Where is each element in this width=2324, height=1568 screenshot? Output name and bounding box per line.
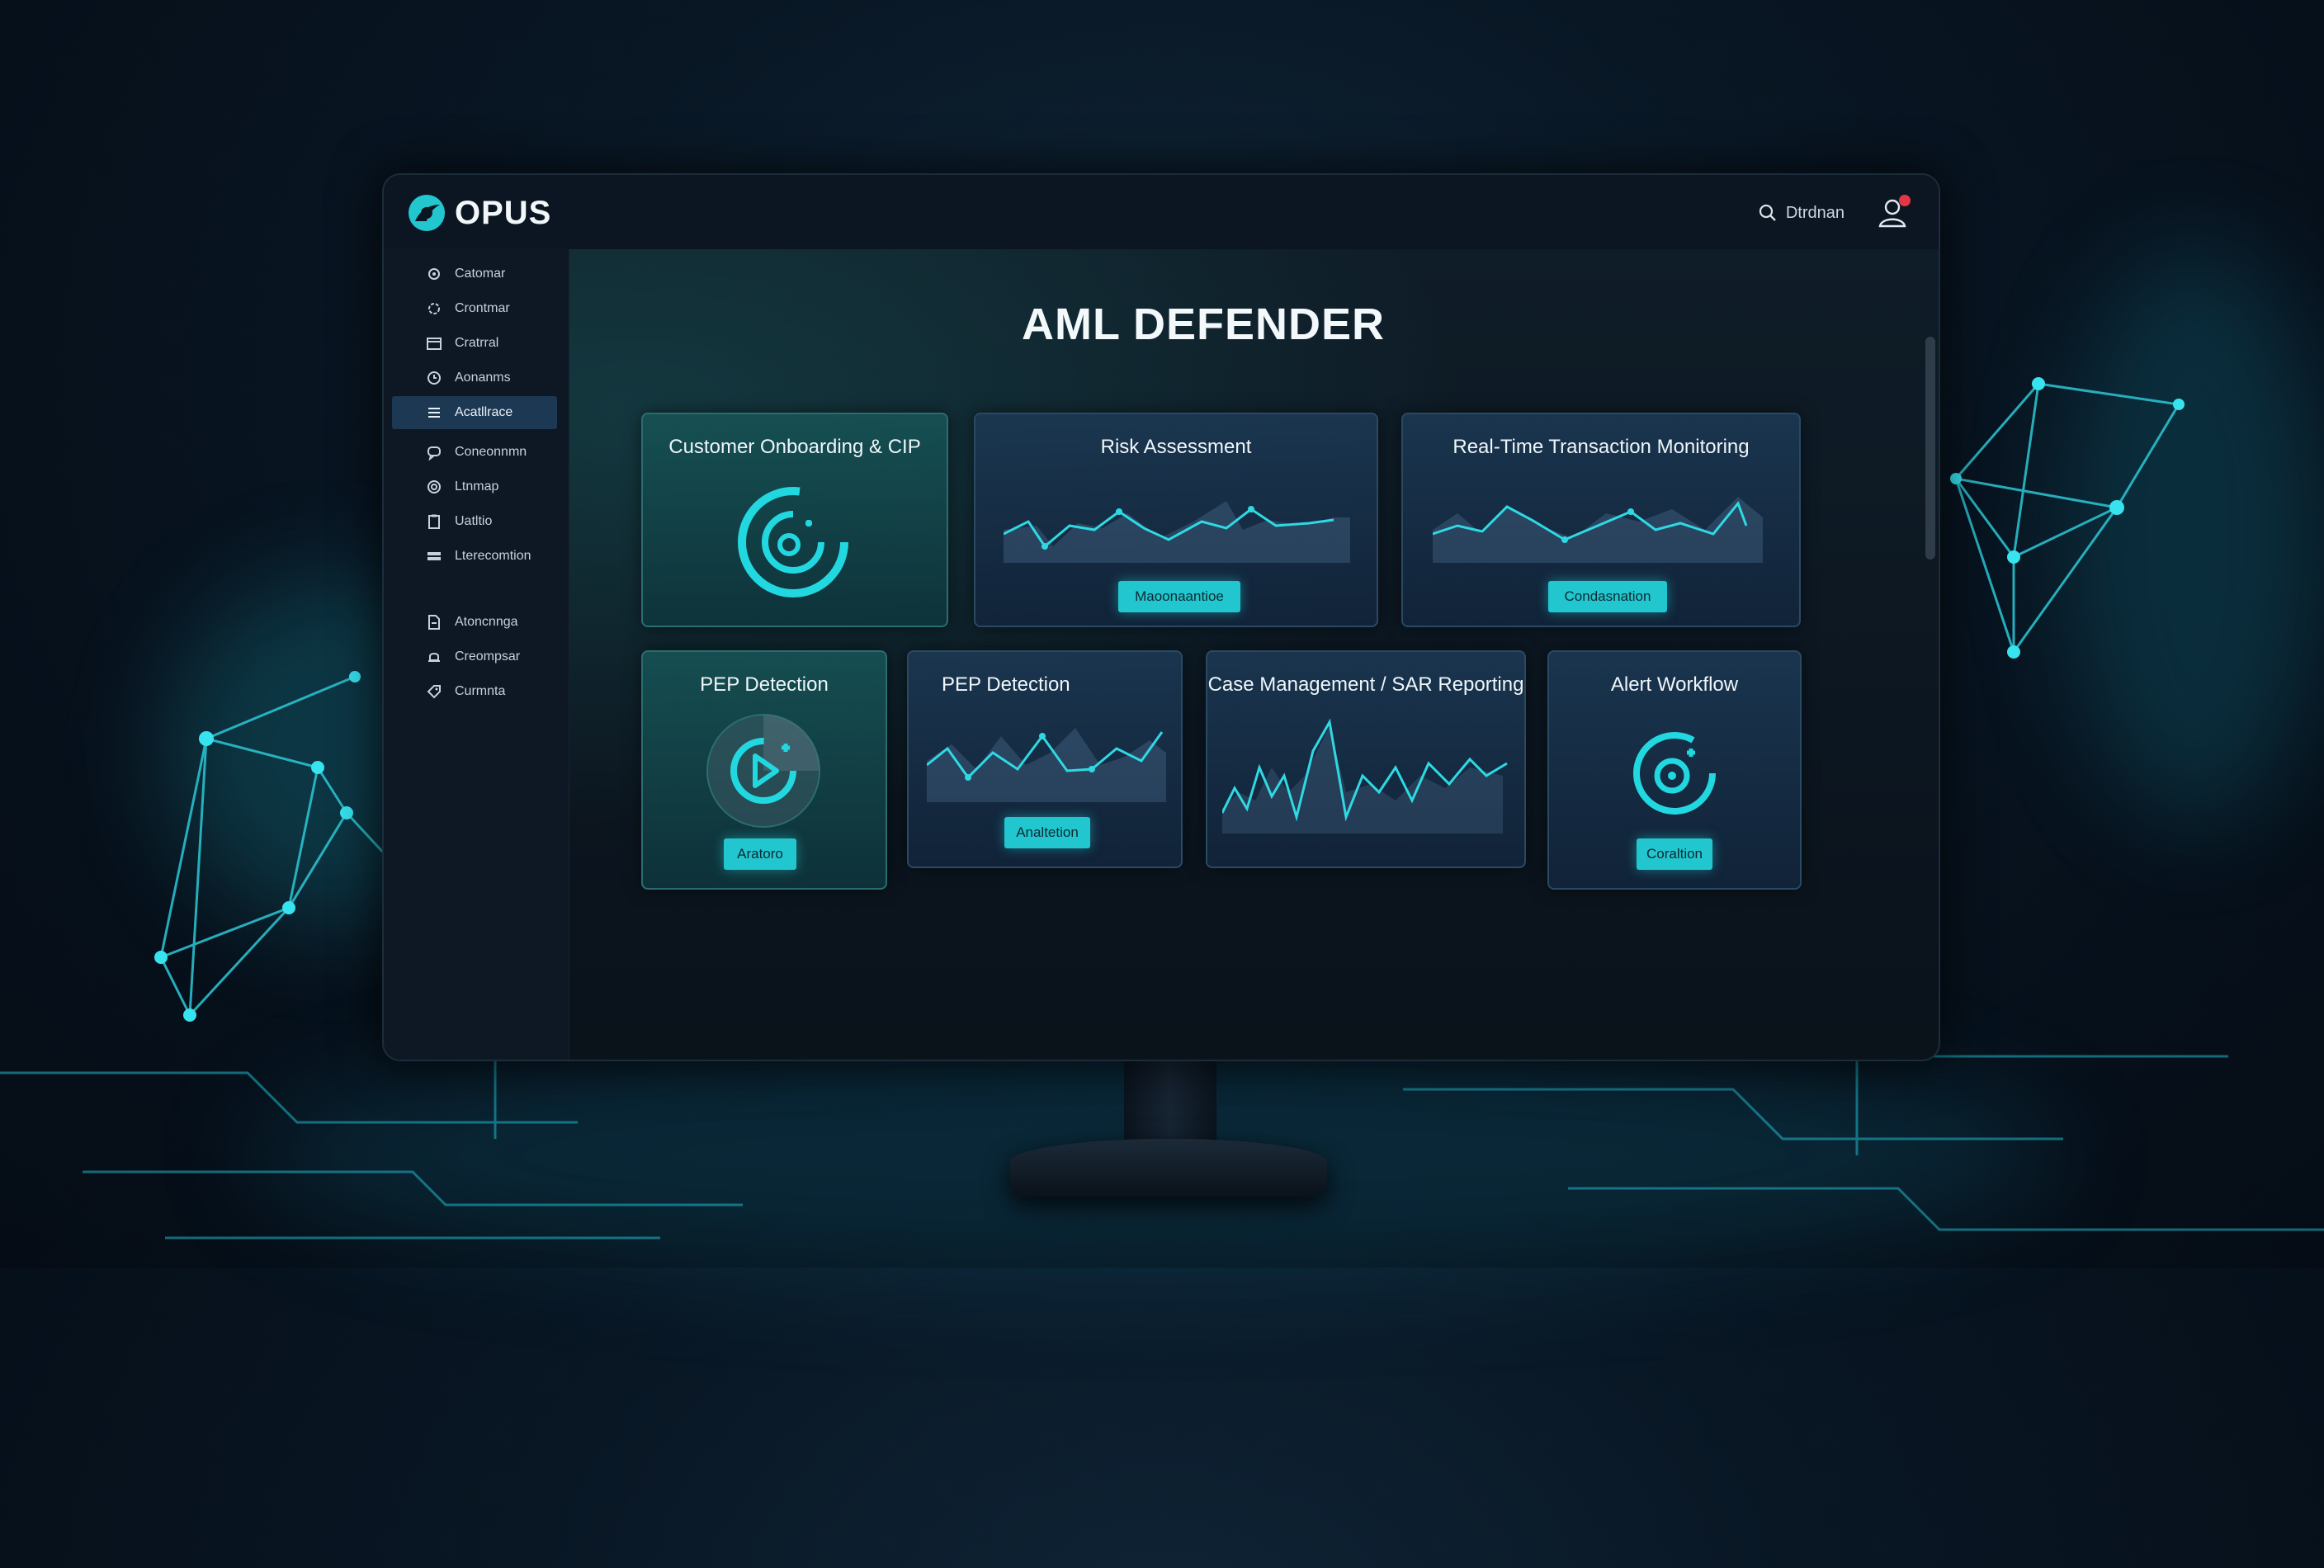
sidebar-item-curmnta[interactable]: Curmnta xyxy=(392,675,557,708)
sidebar-item-label: Catomar xyxy=(455,267,506,281)
transaction-sparkline xyxy=(1433,497,1763,563)
sidebar-item-label: Atoncnnga xyxy=(455,615,518,629)
gear-icon xyxy=(425,265,443,283)
card-title: PEP Detection xyxy=(700,673,829,696)
monitor-screen: OPUS Dtrdnan Catomar Crontmar Cratrral A… xyxy=(382,173,1940,1061)
sidebar-item-label: Crontmar xyxy=(455,301,510,315)
card-pep-detection[interactable]: PEP Detection Aratoro xyxy=(641,650,887,890)
pep-sparkline xyxy=(927,728,1166,802)
clock-icon xyxy=(425,369,443,387)
search-button[interactable]: Dtrdnan xyxy=(1758,203,1845,223)
card-customer-onboarding[interactable]: Customer Onboarding & CIP xyxy=(641,413,948,627)
network-graphic-right xyxy=(1950,377,2185,659)
chat-icon xyxy=(425,443,443,461)
sidebar-item-label: Creompsar xyxy=(455,649,521,664)
card-title: Risk Assessment xyxy=(1100,436,1252,458)
sidebar-item-label: Coneonnmn xyxy=(455,445,527,459)
case-sparkline xyxy=(1222,718,1508,834)
play-target-icon xyxy=(706,714,820,828)
page-title: AML DEFENDER xyxy=(1021,300,1386,349)
settings-icon xyxy=(425,478,443,496)
stack-icon xyxy=(425,547,443,565)
sidebar-item-catomar[interactable]: Catomar xyxy=(392,257,557,290)
card-title: PEP Detection xyxy=(942,673,1070,696)
sidebar-item-atoncnnga[interactable]: Atoncnnga xyxy=(392,606,557,639)
card-title: Real-Time Transaction Monitoring xyxy=(1452,436,1750,458)
sidebar-item-crontmar[interactable]: Crontmar xyxy=(392,292,557,325)
sidebar-item-label: Cratrral xyxy=(455,336,499,350)
card-alert-workflow[interactable]: Alert Workflow Coraltion xyxy=(1547,650,1802,890)
user-account-button[interactable] xyxy=(1876,195,1912,231)
sidebar-item-label: Acatllrace xyxy=(455,405,513,419)
sidebar-item-coneonnmn[interactable]: Coneonnmn xyxy=(392,436,557,469)
main-content: AML DEFENDER Customer Onboarding & CIP R… xyxy=(569,249,1939,1060)
sidebar: Catomar Crontmar Cratrral Aonanms Acatll… xyxy=(384,249,569,1060)
card-action-button[interactable]: Coraltion xyxy=(1637,838,1712,870)
monitor-stand-neck xyxy=(1124,1058,1216,1149)
opus-logo-icon xyxy=(409,195,445,231)
target-settings-icon xyxy=(738,487,848,597)
app-name: OPUS xyxy=(455,194,552,231)
sidebar-item-acatllrace[interactable]: Acatllrace xyxy=(392,396,557,429)
top-bar: OPUS Dtrdnan xyxy=(384,175,1939,249)
monitor-stand-base xyxy=(1010,1139,1327,1197)
notification-dot xyxy=(1899,195,1911,206)
gear-icon xyxy=(425,300,443,318)
sidebar-item-creompsar[interactable]: Creompsar xyxy=(392,640,557,673)
logo[interactable]: OPUS xyxy=(407,193,551,233)
sidebar-item-ltnmap[interactable]: Ltnmap xyxy=(392,470,557,503)
card-case-management[interactable]: Case Management / SAR Reporting xyxy=(1206,650,1526,868)
card-action-button[interactable]: Aratoro xyxy=(724,838,796,870)
bell-icon xyxy=(425,648,443,666)
document-icon xyxy=(425,613,443,631)
calendar-icon xyxy=(425,334,443,352)
sidebar-item-lterecomtion[interactable]: Lterecomtion xyxy=(392,540,557,573)
clipboard-icon xyxy=(425,512,443,531)
card-action-button[interactable]: Maoonaantioe xyxy=(1118,581,1240,612)
target-icon xyxy=(1633,732,1716,815)
card-title: Alert Workflow xyxy=(1610,673,1739,696)
search-label: Dtrdnan xyxy=(1785,203,1845,222)
card-title: Case Management / SAR Reporting xyxy=(1207,673,1524,696)
sidebar-item-cratrral[interactable]: Cratrral xyxy=(392,327,557,360)
scrollbar[interactable] xyxy=(1925,337,1935,560)
risk-sparkline xyxy=(1004,501,1350,563)
card-title: Customer Onboarding & CIP xyxy=(668,436,921,458)
card-pep-detection-2[interactable]: PEP Detection Analtetion xyxy=(907,650,1183,868)
card-transaction-monitoring[interactable]: Real-Time Transaction Monitoring Condasn… xyxy=(1401,413,1801,627)
sidebar-item-aonanms[interactable]: Aonanms xyxy=(392,361,557,394)
sidebar-item-label: Lterecomtion xyxy=(455,549,531,563)
sidebar-item-label: Curmnta xyxy=(455,684,506,698)
sidebar-item-uatltio[interactable]: Uatltio xyxy=(392,505,557,538)
search-icon xyxy=(1759,204,1776,221)
card-action-button[interactable]: Condasnation xyxy=(1548,581,1667,612)
list-icon xyxy=(425,404,443,422)
card-action-button[interactable]: Analtetion xyxy=(1004,817,1090,848)
header-actions: Dtrdnan xyxy=(1758,195,1912,231)
sidebar-item-label: Aonanms xyxy=(455,371,511,385)
card-risk-assessment[interactable]: Risk Assessment Maoonaantioe xyxy=(974,413,1378,627)
sidebar-item-label: Ltnmap xyxy=(455,479,499,494)
sidebar-item-label: Uatltio xyxy=(455,514,493,528)
tag-icon xyxy=(425,682,443,701)
